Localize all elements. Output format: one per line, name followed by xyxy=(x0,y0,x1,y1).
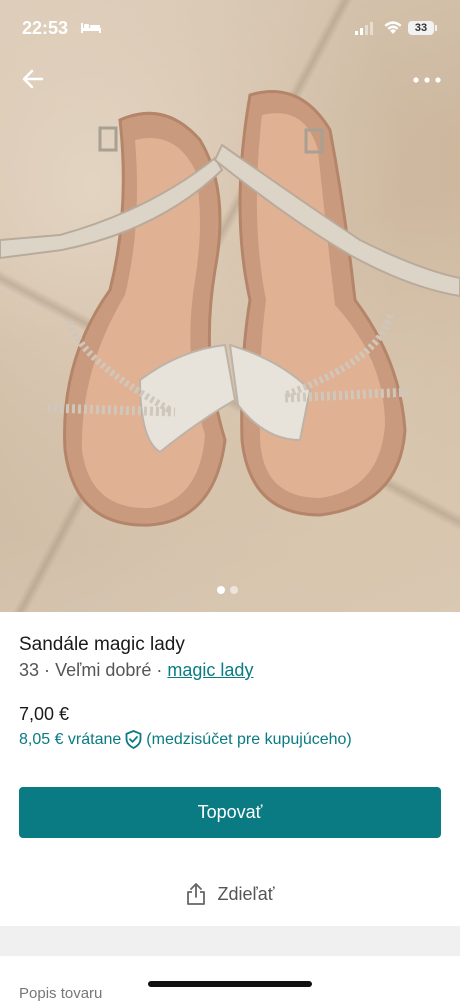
item-meta: 33 · Veľmi dobré · magic lady xyxy=(19,660,253,681)
brand-link[interactable]: magic lady xyxy=(167,660,253,680)
gallery-pagination xyxy=(217,586,238,594)
more-options-icon[interactable] xyxy=(410,72,444,88)
item-condition: Veľmi dobré xyxy=(55,660,152,680)
status-time: 22:53 xyxy=(22,18,69,38)
meta-separator: · xyxy=(44,660,51,680)
wifi-icon xyxy=(384,21,402,34)
item-photo[interactable]: 22:53 33 xyxy=(0,0,460,612)
share-icon xyxy=(187,883,206,905)
buyer-price-info[interactable]: 8,05 € vrátane (medzisúčet pre kupujúceh… xyxy=(19,730,352,749)
battery-icon xyxy=(435,25,437,31)
sandals-illustration xyxy=(0,90,460,527)
item-title: Sandále magic lady xyxy=(19,634,185,655)
buyer-protection-shield-icon[interactable] xyxy=(125,730,142,749)
item-price: 7,00 € xyxy=(19,704,70,724)
price-incl-note: (medzisúčet pre kupujúceho) xyxy=(146,730,352,748)
gallery-dot-active[interactable] xyxy=(217,586,225,594)
share-button[interactable]: Zdieľať xyxy=(0,878,460,910)
home-indicator[interactable] xyxy=(148,981,312,987)
battery-level: 33 xyxy=(408,21,434,35)
section-divider xyxy=(0,926,460,956)
price-incl-amount: 8,05 € vrátane xyxy=(19,730,122,748)
description-label: Popis tovaru xyxy=(19,985,103,1002)
sleep-focus-icon xyxy=(81,23,101,33)
bump-button[interactable]: Topovať xyxy=(19,787,441,838)
cellular-signal-icon xyxy=(355,22,373,35)
share-label: Zdieľať xyxy=(217,883,275,904)
meta-separator: · xyxy=(156,660,163,680)
status-bar: 22:53 33 xyxy=(0,0,460,58)
back-arrow-icon[interactable] xyxy=(18,64,48,94)
gallery-dot[interactable] xyxy=(230,586,238,594)
item-size: 33 xyxy=(19,660,40,680)
